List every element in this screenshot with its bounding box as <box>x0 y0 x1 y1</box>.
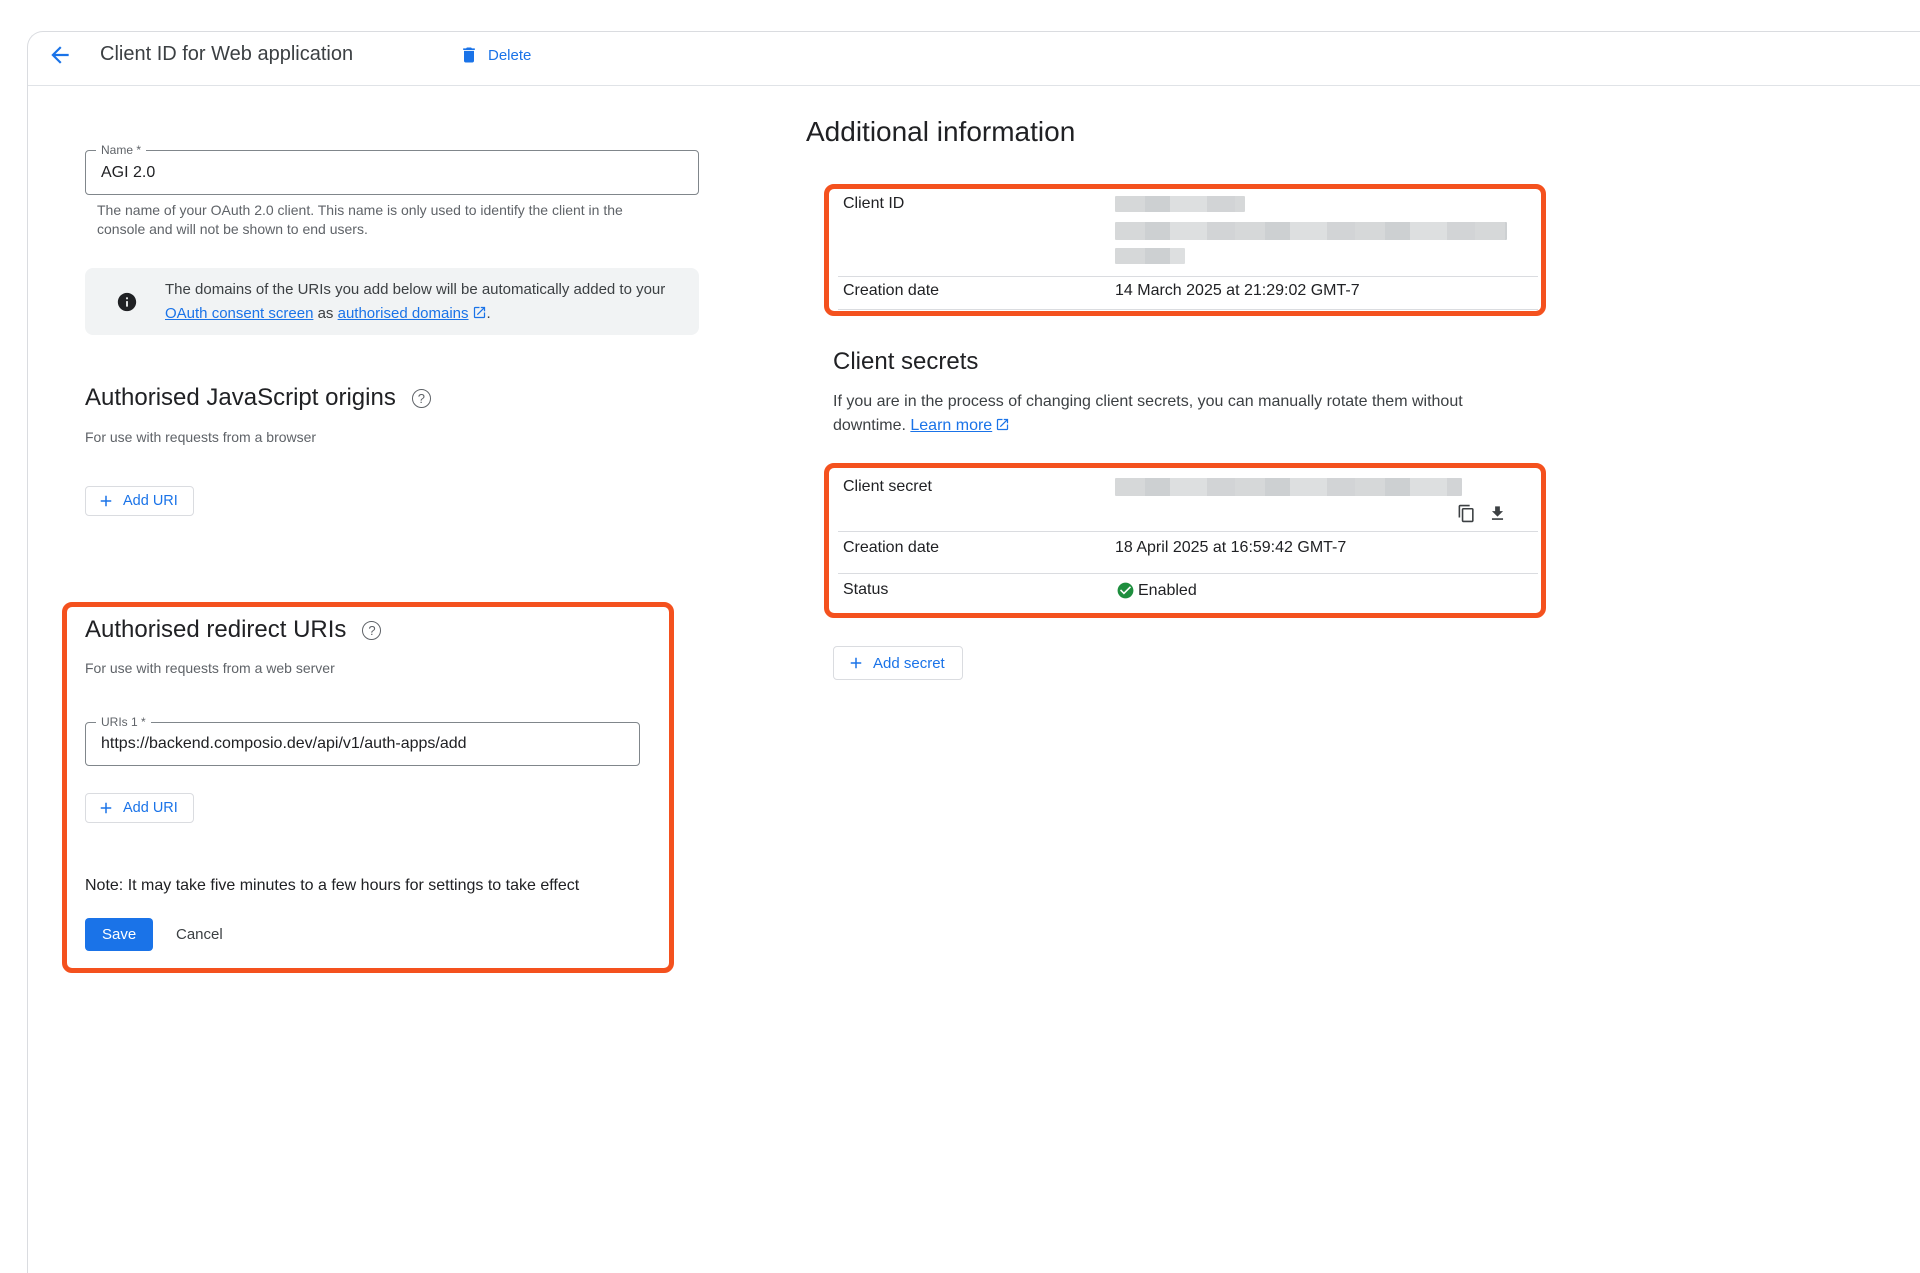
cancel-button[interactable]: Cancel <box>176 926 223 943</box>
annotation-box-redirect-uris <box>62 602 674 973</box>
oauth-consent-screen-link[interactable]: OAuth consent screen <box>165 305 313 322</box>
delete-button[interactable]: Delete <box>453 41 537 69</box>
copy-secret-button[interactable] <box>1456 504 1476 524</box>
client-secret-creation-date-value: 18 April 2025 at 16:59:42 GMT-7 <box>1115 539 1346 557</box>
authorised-domains-link[interactable]: authorised domains <box>338 305 469 322</box>
arrow-back-icon <box>47 42 73 68</box>
info-banner-text-3: . <box>487 305 491 322</box>
client-id-creation-date-value: 14 March 2025 at 21:29:02 GMT-7 <box>1115 282 1360 300</box>
status-label: Status <box>843 581 888 599</box>
client-id-redacted-bar <box>1115 248 1185 264</box>
row-divider <box>838 309 1538 310</box>
page-title: Client ID for Web application <box>100 43 353 66</box>
info-icon <box>116 291 138 313</box>
client-id-redacted-bar <box>1115 196 1245 212</box>
redirect-uris-section-title: Authorised redirect URIs ? <box>85 616 381 644</box>
status-badge: Enabled <box>1116 581 1197 600</box>
plus-icon <box>97 799 115 817</box>
js-origins-section-title: Authorised JavaScript origins ? <box>85 384 431 412</box>
add-uri-button-label: Add URI <box>123 493 178 509</box>
js-origins-subtitle: For use with requests from a browser <box>85 429 316 445</box>
add-secret-button[interactable]: Add secret <box>833 646 963 680</box>
row-divider <box>838 531 1538 532</box>
client-id-redacted-bar <box>1115 222 1507 240</box>
plus-icon <box>847 654 865 672</box>
client-secret-creation-date-label: Creation date <box>843 539 939 557</box>
client-name-field-label: Name * <box>96 143 146 157</box>
oauth-client-page: Client ID for Web application Delete Nam… <box>0 0 1920 1273</box>
status-value-text: Enabled <box>1138 582 1197 600</box>
client-secrets-description: If you are in the process of changing cl… <box>833 390 1523 438</box>
additional-information-title: Additional information <box>806 116 1075 148</box>
redirect-uris-help-icon[interactable]: ? <box>362 621 381 640</box>
trash-icon <box>459 45 479 65</box>
redirect-uri-field-outline <box>85 722 640 766</box>
add-secret-button-label: Add secret <box>873 655 945 672</box>
add-redirect-uri-button[interactable]: Add URI <box>85 793 194 823</box>
plus-icon <box>97 492 115 510</box>
delete-button-label: Delete <box>488 47 531 64</box>
external-link-icon[interactable] <box>472 305 487 320</box>
external-link-icon[interactable] <box>995 417 1010 432</box>
redirect-uris-title-text: Authorised redirect URIs <box>85 616 346 644</box>
redirect-uri-field-label: URIs 1 * <box>96 715 151 729</box>
client-secrets-title: Client secrets <box>833 348 978 376</box>
learn-more-link[interactable]: Learn more <box>910 417 992 434</box>
client-secret-redacted-bar <box>1115 478 1462 496</box>
add-uri-button-label: Add URI <box>123 800 178 816</box>
redirect-uris-subtitle: For use with requests from a web server <box>85 660 335 676</box>
copy-icon <box>1457 504 1476 523</box>
js-origins-help-icon[interactable]: ? <box>412 389 431 408</box>
client-id-label: Client ID <box>843 195 904 213</box>
info-banner-text-2: as <box>313 305 337 322</box>
settings-note-text: Note: It may take five minutes to a few … <box>85 877 579 895</box>
check-circle-icon <box>1116 581 1135 600</box>
header-divider <box>28 85 1920 86</box>
download-secret-button[interactable] <box>1487 504 1507 524</box>
info-banner: The domains of the URIs you add below wi… <box>85 268 699 335</box>
client-name-field-outline <box>85 150 699 195</box>
back-button[interactable] <box>46 42 74 70</box>
info-banner-text: The domains of the URIs you add below wi… <box>165 278 679 326</box>
client-name-helper-text: The name of your OAuth 2.0 client. This … <box>97 201 653 239</box>
download-icon <box>1488 504 1507 523</box>
client-name-input[interactable] <box>87 152 697 193</box>
client-id-creation-date-label: Creation date <box>843 282 939 300</box>
js-origins-title-text: Authorised JavaScript origins <box>85 384 396 412</box>
info-banner-text-1: The domains of the URIs you add below wi… <box>165 281 665 298</box>
row-divider <box>838 276 1538 277</box>
row-divider <box>838 573 1538 574</box>
add-js-origin-uri-button[interactable]: Add URI <box>85 486 194 516</box>
redirect-uri-input[interactable] <box>87 724 638 764</box>
save-button[interactable]: Save <box>85 918 153 951</box>
client-secret-label: Client secret <box>843 478 932 496</box>
